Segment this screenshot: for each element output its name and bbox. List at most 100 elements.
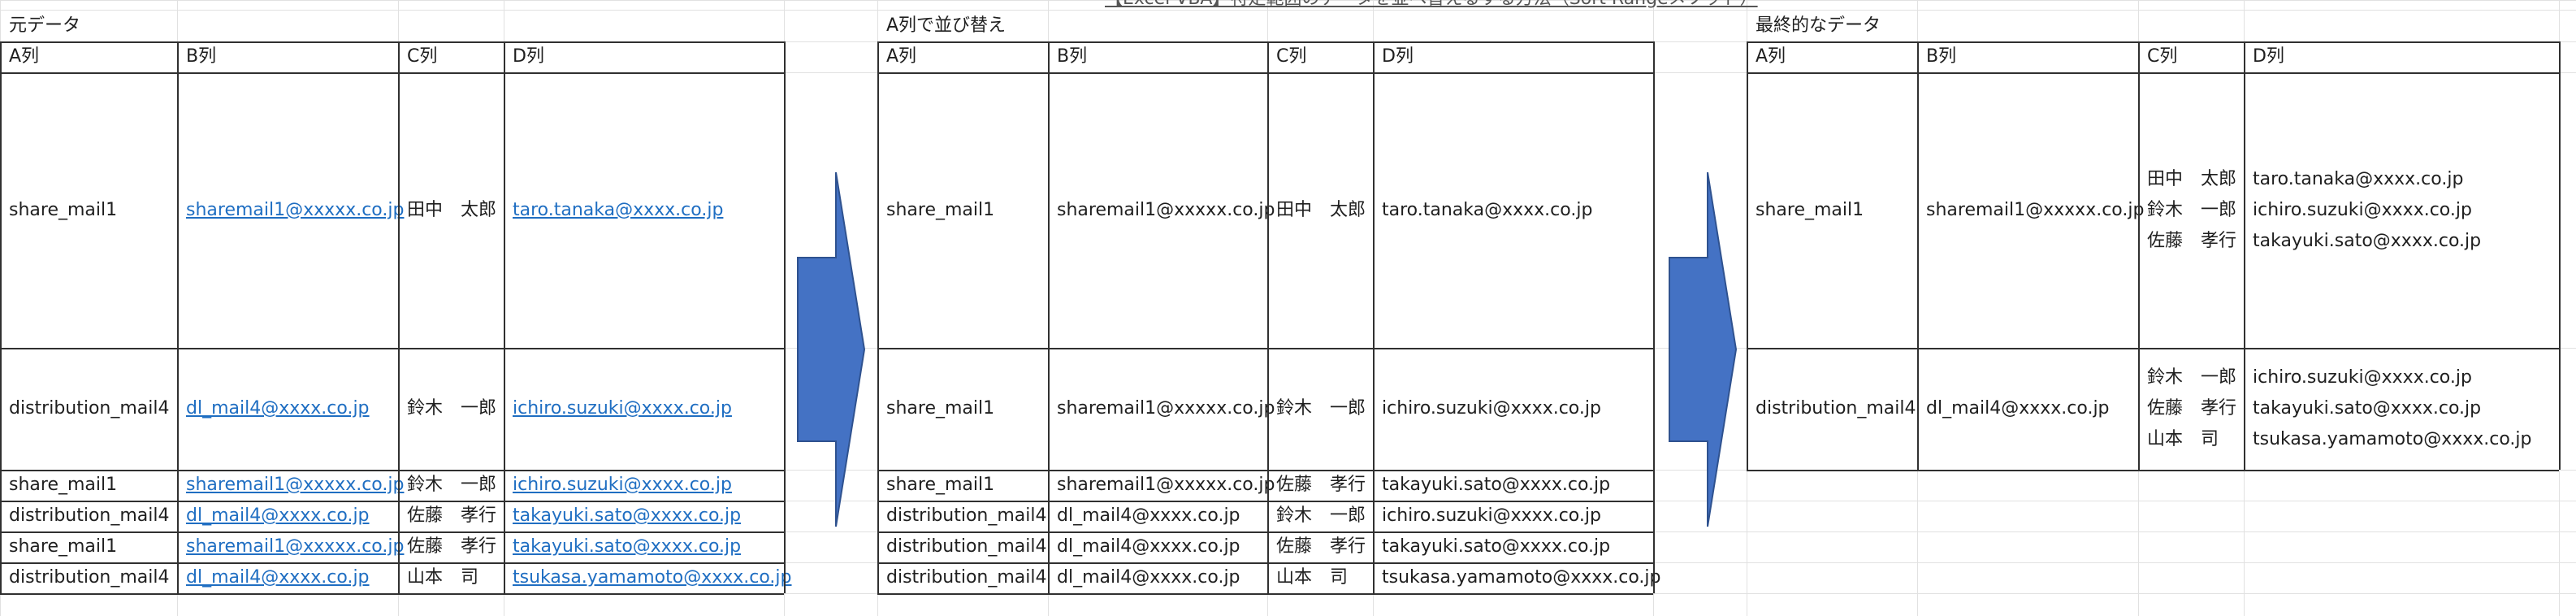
table-cell-multiline[interactable]: ichiro.suzuki@xxxx.co.jp takayuki.sato@xx…	[2244, 348, 2559, 470]
email-link[interactable]: dl_mail4@xxxx.co.jp	[186, 393, 370, 424]
table-cell-multiline[interactable]: 田中 太郎 鈴木 一郎 佐藤 孝行	[2138, 72, 2244, 348]
cell-line: ichiro.suzuki@xxxx.co.jp	[2253, 367, 2472, 388]
email-link[interactable]: dl_mail4@xxxx.co.jp	[186, 562, 370, 593]
table-cell[interactable]: dl_mail4@xxxx.co.jp	[177, 501, 398, 531]
email-link[interactable]: tsukasa.yamamoto@xxxx.co.jp	[513, 562, 792, 593]
table-cell[interactable]: share_mail1	[877, 348, 1048, 470]
column-header-cell[interactable]: A列	[1747, 41, 1917, 72]
cell-text: sharemail1@xxxxx.co.jp	[1057, 199, 1275, 220]
table-cell[interactable]: dl_mail4@xxxx.co.jp	[177, 348, 398, 470]
column-header-cell[interactable]: C列	[2138, 41, 2244, 72]
table-cell[interactable]: distribution_mail4	[877, 531, 1048, 562]
column-header-text: B列	[1926, 46, 1957, 67]
table-cell[interactable]: takayuki.sato@xxxx.co.jp	[1373, 531, 1653, 562]
column-header-text: B列	[186, 46, 217, 67]
table-cell[interactable]: sharemail1@xxxxx.co.jp	[1917, 72, 2144, 348]
email-link[interactable]: dl_mail4@xxxx.co.jp	[186, 501, 370, 531]
cell-text: distribution_mail4	[886, 567, 1047, 588]
table-cell[interactable]: 佐藤 孝行	[398, 531, 504, 562]
table-cell[interactable]: 山本 司	[1267, 562, 1373, 593]
email-link[interactable]: taro.tanaka@xxxx.co.jp	[513, 195, 723, 226]
table-border	[2559, 41, 2561, 470]
table-cell[interactable]: ichiro.suzuki@xxxx.co.jp	[1373, 348, 1653, 470]
table-cell[interactable]: 田中 太郎	[1267, 72, 1373, 348]
table-cell[interactable]: 田中 太郎	[398, 72, 504, 348]
column-header-cell[interactable]: A列	[877, 41, 1048, 72]
table-cell[interactable]: distribution_mail4	[0, 348, 177, 470]
table-cell[interactable]: distribution_mail4	[877, 501, 1048, 531]
table-cell[interactable]: distribution_mail4	[1747, 348, 1917, 470]
table-cell[interactable]: distribution_mail4	[877, 562, 1048, 593]
column-header-cell[interactable]: B列	[1048, 41, 1267, 72]
table-cell[interactable]: dl_mail4@xxxx.co.jp	[1048, 501, 1267, 531]
email-link[interactable]: sharemail1@xxxxx.co.jp	[186, 531, 404, 562]
table-cell[interactable]: takayuki.sato@xxxx.co.jp	[1373, 470, 1653, 501]
table-cell[interactable]: share_mail1	[0, 470, 177, 501]
column-header-text: D列	[2253, 46, 2284, 67]
cell-text: distribution_mail4	[9, 505, 170, 526]
table-title[interactable]: 元データ	[0, 10, 325, 41]
email-link[interactable]: ichiro.suzuki@xxxx.co.jp	[513, 393, 732, 424]
column-header-cell[interactable]: B列	[1917, 41, 2138, 72]
table-title[interactable]: A列で並び替え	[877, 10, 1202, 41]
table-cell-multiline[interactable]: 鈴木 一郎 佐藤 孝行 山本 司	[2138, 348, 2244, 470]
column-header-text: A列	[1756, 46, 1786, 67]
email-link[interactable]: sharemail1@xxxxx.co.jp	[186, 195, 404, 226]
table-border	[0, 562, 784, 564]
table-border	[877, 470, 1653, 471]
table-cell[interactable]: share_mail1	[0, 531, 177, 562]
email-link[interactable]: takayuki.sato@xxxx.co.jp	[513, 501, 741, 531]
table-cell[interactable]: sharemail1@xxxxx.co.jp	[177, 470, 404, 501]
table-cell[interactable]: dl_mail4@xxxx.co.jp	[1048, 531, 1267, 562]
table-cell[interactable]: share_mail1	[0, 72, 177, 348]
cell-text: sharemail1@xxxxx.co.jp	[1057, 398, 1275, 419]
table-border	[1267, 41, 1269, 593]
table-cell[interactable]: sharemail1@xxxxx.co.jp	[1048, 470, 1275, 501]
column-header-cell[interactable]: C列	[398, 41, 504, 72]
table-cell[interactable]: ichiro.suzuki@xxxx.co.jp	[504, 470, 784, 501]
table-cell-multiline[interactable]: taro.tanaka@xxxx.co.jp ichiro.suzuki@xxxx…	[2244, 72, 2559, 348]
table-cell[interactable]: 山本 司	[398, 562, 504, 593]
table-cell[interactable]: dl_mail4@xxxx.co.jp	[1048, 562, 1267, 593]
table-title[interactable]: 最終的なデータ	[1747, 10, 2072, 41]
table-cell[interactable]: taro.tanaka@xxxx.co.jp	[504, 72, 784, 348]
table-cell[interactable]: takayuki.sato@xxxx.co.jp	[504, 501, 784, 531]
column-header-cell[interactable]: A列	[0, 41, 177, 72]
table-cell[interactable]: sharemail1@xxxxx.co.jp	[177, 72, 404, 348]
table-cell[interactable]: share_mail1	[1747, 72, 1917, 348]
cell-text: 佐藤 孝行	[1276, 475, 1366, 495]
email-link[interactable]: ichiro.suzuki@xxxx.co.jp	[513, 470, 732, 501]
table-cell[interactable]: 佐藤 孝行	[398, 501, 504, 531]
table-cell[interactable]: sharemail1@xxxxx.co.jp	[1048, 72, 1275, 348]
column-header-cell[interactable]: D列	[504, 41, 784, 72]
article-link-fragment[interactable]: 【Excel VBA】特定範囲のデータを並べ替えるする方法（Sort Range…	[1105, 0, 1758, 11]
table-cell[interactable]: distribution_mail4	[0, 501, 177, 531]
column-header-cell[interactable]: D列	[2244, 41, 2559, 72]
table-cell[interactable]: tsukasa.yamamoto@xxxx.co.jp	[1373, 562, 1661, 593]
cell-text: takayuki.sato@xxxx.co.jp	[1382, 536, 1611, 557]
table-cell[interactable]: ichiro.suzuki@xxxx.co.jp	[504, 348, 784, 470]
table-cell[interactable]: taro.tanaka@xxxx.co.jp	[1373, 72, 1653, 348]
table-cell[interactable]: tsukasa.yamamoto@xxxx.co.jp	[504, 562, 792, 593]
table-cell[interactable]: dl_mail4@xxxx.co.jp	[1917, 348, 2138, 470]
email-link[interactable]: sharemail1@xxxxx.co.jp	[186, 470, 404, 501]
table-cell[interactable]: 鈴木 一郎	[1267, 501, 1373, 531]
table-cell[interactable]: 鈴木 一郎	[398, 348, 504, 470]
table-cell[interactable]: 佐藤 孝行	[1267, 470, 1373, 501]
column-header-text: A列	[9, 46, 40, 67]
table-cell[interactable]: ichiro.suzuki@xxxx.co.jp	[1373, 501, 1653, 531]
table-cell[interactable]: share_mail1	[877, 470, 1048, 501]
email-link[interactable]: takayuki.sato@xxxx.co.jp	[513, 531, 741, 562]
table-cell[interactable]: distribution_mail4	[0, 562, 177, 593]
table-cell[interactable]: 佐藤 孝行	[1267, 531, 1373, 562]
table-cell[interactable]: sharemail1@xxxxx.co.jp	[1048, 348, 1275, 470]
table-cell[interactable]: 鈴木 一郎	[398, 470, 504, 501]
column-header-cell[interactable]: D列	[1373, 41, 1653, 72]
column-header-cell[interactable]: B列	[177, 41, 398, 72]
table-cell[interactable]: sharemail1@xxxxx.co.jp	[177, 531, 404, 562]
table-cell[interactable]: takayuki.sato@xxxx.co.jp	[504, 531, 784, 562]
table-cell[interactable]: dl_mail4@xxxx.co.jp	[177, 562, 398, 593]
table-cell[interactable]: share_mail1	[877, 72, 1048, 348]
table-cell[interactable]: 鈴木 一郎	[1267, 348, 1373, 470]
column-header-cell[interactable]: C列	[1267, 41, 1373, 72]
